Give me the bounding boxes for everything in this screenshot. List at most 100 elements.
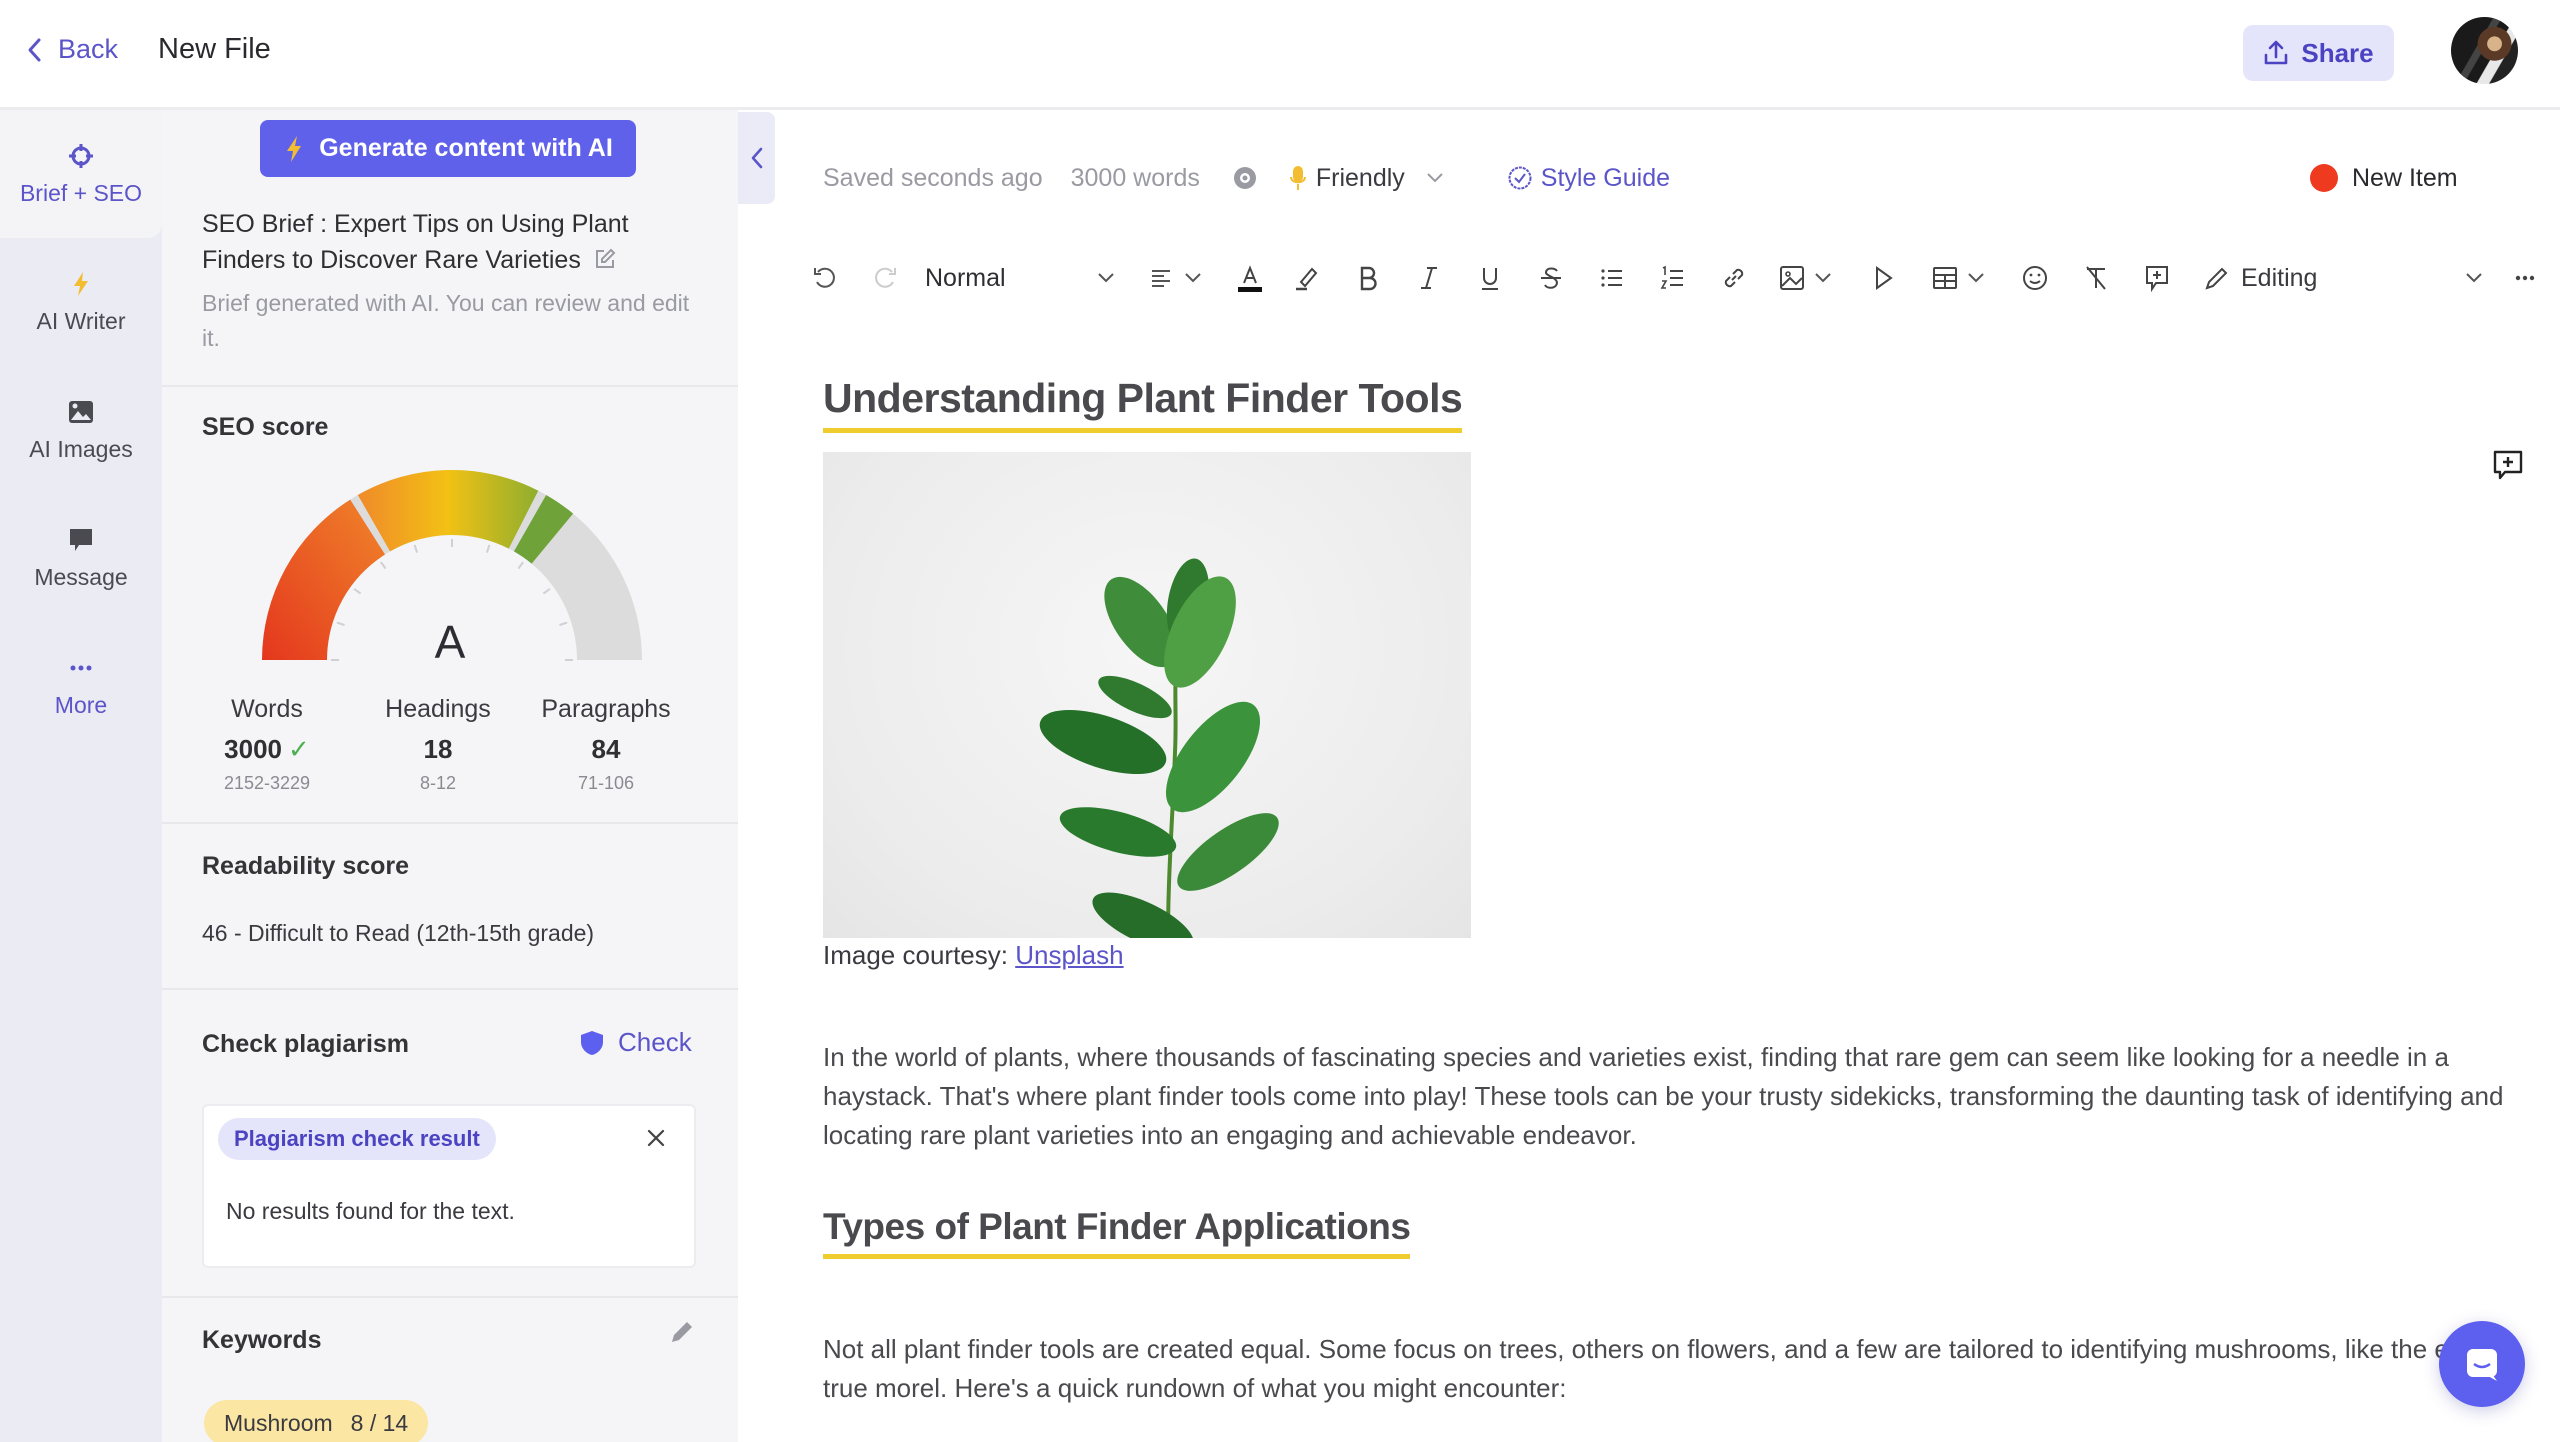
style-guide-label: Style Guide	[1540, 163, 1671, 192]
keyword-chip[interactable]: Mushroom 8 / 14	[204, 1400, 429, 1442]
clear-formatting-button[interactable]	[2076, 258, 2116, 298]
more-options-button[interactable]	[2505, 258, 2545, 298]
tone-dropdown[interactable]: Friendly	[1289, 163, 1445, 193]
bold-button[interactable]	[1348, 258, 1388, 298]
heading-types[interactable]: Types of Plant Finder Applications	[823, 1206, 1411, 1259]
underline-icon	[1482, 268, 1498, 290]
file-title: New File	[158, 33, 271, 65]
text-color-button[interactable]	[1225, 258, 1275, 298]
edit-icon[interactable]	[593, 247, 617, 271]
gauge-segment-yellow	[357, 470, 539, 552]
sidebar-item-more[interactable]: More	[0, 622, 162, 750]
generate-content-button[interactable]: Generate content with AI	[260, 120, 636, 177]
word-count: 3000 words	[1070, 163, 1200, 192]
editor-area: Saved seconds ago 3000 words Friendly St…	[775, 110, 2560, 1442]
sidebar-item-label: More	[54, 691, 108, 718]
table-icon	[1933, 267, 1957, 289]
gauge-tick	[485, 544, 491, 553]
stat-range: 71-106	[577, 773, 635, 793]
font-color-icon	[1238, 265, 1262, 292]
link-button[interactable]	[1714, 258, 1754, 298]
sidebar-item-label: AI Images	[29, 435, 133, 462]
divider	[162, 822, 738, 824]
bold-icon	[1360, 266, 1377, 291]
italic-icon	[1421, 267, 1437, 289]
numbered-list-icon	[1660, 265, 1683, 289]
stat-label: Headings	[385, 695, 491, 723]
italic-button[interactable]	[1409, 258, 1449, 298]
underline-button[interactable]	[1470, 258, 1510, 298]
sidebar-item-ai-images[interactable]: AI Images	[0, 366, 162, 494]
editing-mode-dropdown[interactable]: Editing	[2203, 258, 2413, 298]
divider	[162, 1296, 738, 1298]
style-guide-button[interactable]: Style Guide	[1507, 164, 1670, 193]
highlight-button[interactable]	[1287, 258, 1327, 298]
top-header: Back New File Share	[0, 0, 2560, 110]
paragraph-intro[interactable]: In the world of plants, where thousands …	[823, 1038, 2523, 1155]
readability-value: 46 - Difficult to Read (12th-15th grade)	[202, 920, 595, 946]
eye-icon[interactable]	[1230, 165, 1260, 191]
collapse-panel-button[interactable]	[738, 112, 775, 204]
editor-meta-bar: Saved seconds ago 3000 words Friendly St…	[823, 158, 1670, 198]
align-dropdown[interactable]	[1140, 258, 1210, 298]
plagiarism-title: Check plagiarism	[202, 1030, 410, 1058]
gauge-tick	[380, 561, 387, 570]
message-icon	[70, 528, 92, 551]
mode-chevron[interactable]	[2455, 258, 2485, 298]
back-button[interactable]: Back	[24, 34, 118, 65]
tone-label: Friendly	[1315, 163, 1405, 192]
stat-value-text: 3000	[224, 734, 283, 764]
undo-button[interactable]	[805, 258, 845, 298]
redo-button[interactable]	[865, 258, 905, 298]
insert-image-dropdown[interactable]	[1770, 258, 1840, 298]
stat-label: Paragraphs	[541, 695, 671, 723]
new-item-button[interactable]: New Item	[2310, 158, 2458, 198]
pencil-icon[interactable]	[668, 1318, 696, 1346]
stat-range: 8-12	[419, 773, 457, 793]
formatting-toolbar: Normal Editing	[805, 248, 2535, 308]
check-plagiarism-button[interactable]: Check	[580, 1027, 692, 1058]
insert-video-button[interactable]	[1863, 258, 1903, 298]
undo-icon	[814, 267, 835, 288]
strikethrough-button[interactable]	[1531, 258, 1571, 298]
plant-image[interactable]	[823, 452, 1471, 938]
chevron-down-icon	[1815, 273, 1831, 283]
chat-support-button[interactable]	[2439, 1321, 2525, 1407]
brief-title: SEO Brief : Expert Tips on Using Plant F…	[202, 206, 702, 278]
add-comment-button[interactable]	[2137, 258, 2177, 298]
generate-content-label: Generate content with AI	[319, 134, 613, 162]
lightning-icon	[74, 271, 88, 296]
stat-value: 84	[591, 734, 621, 764]
crosshair-icon	[69, 143, 93, 168]
insert-table-dropdown[interactable]	[1923, 258, 1993, 298]
keywords-title: Keywords	[202, 1326, 322, 1354]
saved-status: Saved seconds ago	[823, 163, 1043, 192]
user-avatar[interactable]	[2451, 17, 2518, 84]
sidebar-item-ai-writer[interactable]: AI Writer	[0, 238, 162, 366]
emoji-button[interactable]	[2015, 258, 2055, 298]
redo-icon	[875, 267, 896, 288]
chevron-left-icon	[751, 147, 762, 169]
share-button[interactable]: Share	[2243, 25, 2394, 81]
text-style-select[interactable]: Normal	[925, 258, 1115, 298]
sidebar-item-label: AI Writer	[36, 307, 126, 334]
heading-understanding[interactable]: Understanding Plant Finder Tools	[823, 375, 1463, 433]
add-comment-icon[interactable]	[2491, 448, 2525, 482]
keyword-count: 8 / 14	[350, 1409, 409, 1436]
chevron-down-icon	[1968, 273, 1984, 283]
play-icon	[1876, 266, 1893, 290]
chevron-down-icon	[1098, 273, 1114, 283]
bullet-list-button[interactable]	[1592, 258, 1632, 298]
pencil-icon	[2205, 267, 2228, 290]
new-item-label: New Item	[2352, 163, 2458, 192]
ellipsis-icon	[2515, 275, 2535, 281]
highlighter-icon	[1296, 267, 1318, 291]
microphone-icon	[1289, 166, 1306, 190]
close-icon[interactable]	[644, 1126, 668, 1150]
sidebar-item-brief-seo[interactable]: Brief + SEO	[0, 110, 162, 238]
stat-headings: Headings 18 8-12	[368, 695, 508, 794]
sidebar-item-message[interactable]: Message	[0, 494, 162, 622]
numbered-list-button[interactable]	[1653, 258, 1693, 298]
unsplash-link[interactable]: Unsplash	[1015, 940, 1123, 970]
paragraph-types[interactable]: Not all plant finder tools are created e…	[823, 1330, 2523, 1408]
